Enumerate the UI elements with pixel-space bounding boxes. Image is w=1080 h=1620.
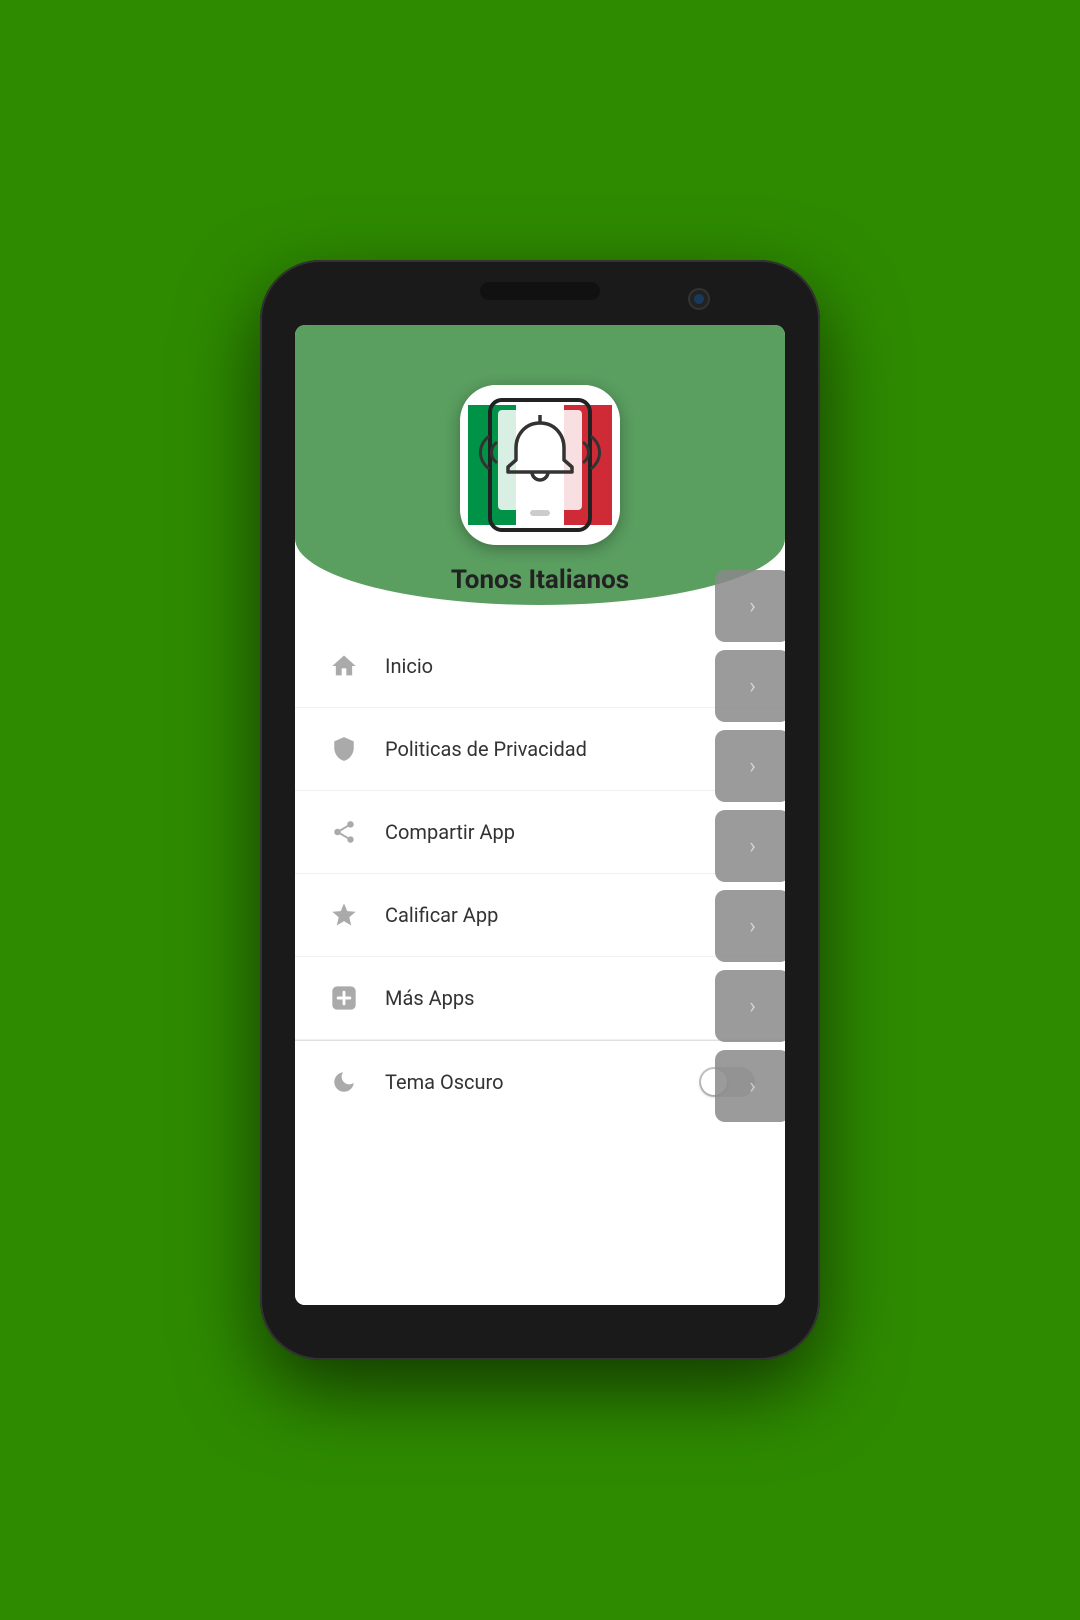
home-icon bbox=[325, 647, 363, 685]
menu-item-dark-mode[interactable]: Tema Oscuro bbox=[295, 1041, 785, 1123]
menu-label-privacidad: Politicas de Privacidad bbox=[385, 737, 755, 761]
right-panel-item-1: › bbox=[715, 570, 785, 642]
right-panel-item-5: › bbox=[715, 890, 785, 962]
moon-icon bbox=[325, 1063, 363, 1101]
menu-label-calificar: Calificar App bbox=[385, 903, 755, 927]
screen-content: Tonos Italianos Inicio bbox=[295, 325, 785, 1305]
right-panel-item-7: › bbox=[715, 1050, 785, 1122]
plus-icon bbox=[325, 979, 363, 1017]
menu-item-compartir[interactable]: Compartir App bbox=[295, 791, 785, 874]
app-icon-container[interactable] bbox=[460, 385, 620, 545]
menu-list: Inicio Politicas de Privacidad bbox=[295, 625, 785, 1305]
right-panel-item-2: › bbox=[715, 650, 785, 722]
phone-camera bbox=[688, 288, 710, 310]
share-icon bbox=[325, 813, 363, 851]
shield-icon bbox=[325, 730, 363, 768]
menu-item-inicio[interactable]: Inicio bbox=[295, 625, 785, 708]
menu-label-inicio: Inicio bbox=[385, 654, 755, 678]
right-panel-item-6: › bbox=[715, 970, 785, 1042]
menu-item-privacidad[interactable]: Politicas de Privacidad bbox=[295, 708, 785, 791]
menu-label-mas-apps: Más Apps bbox=[385, 986, 755, 1010]
menu-label-dark-mode: Tema Oscuro bbox=[385, 1070, 699, 1094]
right-panel: › › › › › › › bbox=[715, 570, 785, 1122]
star-icon bbox=[325, 896, 363, 934]
right-panel-item-4: › bbox=[715, 810, 785, 882]
menu-label-compartir: Compartir App bbox=[385, 820, 755, 844]
right-panel-item-3: › bbox=[715, 730, 785, 802]
phone-device: Tonos Italianos Inicio bbox=[260, 260, 820, 1360]
app-title: Tonos Italianos bbox=[451, 565, 629, 595]
app-icon-svg bbox=[460, 385, 620, 545]
menu-item-mas-apps[interactable]: Más Apps bbox=[295, 957, 785, 1040]
menu-item-calificar[interactable]: Calificar App bbox=[295, 874, 785, 957]
phone-screen: Tonos Italianos Inicio bbox=[295, 325, 785, 1305]
